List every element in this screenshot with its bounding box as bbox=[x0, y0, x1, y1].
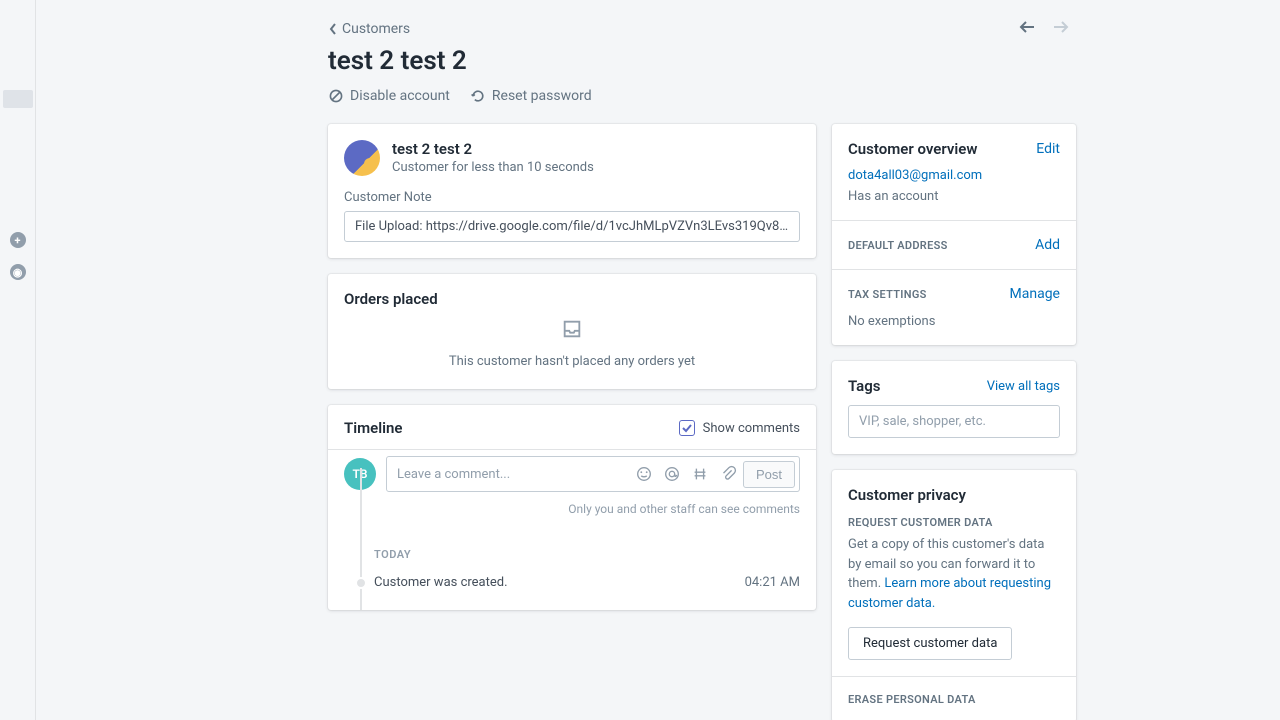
breadcrumb: Customers bbox=[328, 20, 1076, 38]
view-icon[interactable]: ◉ bbox=[10, 264, 26, 280]
disable-account-button[interactable]: Disable account bbox=[328, 88, 450, 104]
left-rail: + ◉ bbox=[0, 0, 36, 720]
next-arrow bbox=[1052, 20, 1070, 38]
request-data-label: REQUEST CUSTOMER DATA bbox=[848, 516, 1060, 529]
comment-input[interactable] bbox=[397, 467, 635, 482]
chevron-left-icon bbox=[328, 22, 338, 36]
timeline-date-label: TODAY bbox=[374, 548, 800, 561]
tax-exemptions: No exemptions bbox=[848, 314, 1060, 329]
hashtag-icon[interactable] bbox=[691, 465, 709, 483]
reset-label: Reset password bbox=[492, 88, 592, 104]
rail-tab[interactable] bbox=[3, 90, 33, 108]
note-label: Customer Note bbox=[344, 190, 800, 205]
page-title: test 2 test 2 bbox=[328, 46, 1076, 76]
timeline-dot-icon bbox=[355, 577, 367, 589]
mention-icon[interactable] bbox=[663, 465, 681, 483]
add-address-link[interactable]: Add bbox=[1035, 237, 1060, 253]
privacy-card: Customer privacy REQUEST CUSTOMER DATA G… bbox=[832, 470, 1076, 720]
timeline-item: Customer was created. 04:21 AM bbox=[360, 575, 800, 590]
show-comments-label: Show comments bbox=[703, 421, 800, 436]
orders-title: Orders placed bbox=[344, 290, 800, 308]
breadcrumb-label: Customers bbox=[342, 21, 410, 37]
attachment-icon[interactable] bbox=[719, 465, 737, 483]
orders-card: Orders placed This customer hasn't place… bbox=[328, 274, 816, 389]
tags-input[interactable] bbox=[848, 405, 1060, 438]
checkbox-icon bbox=[679, 420, 695, 436]
privacy-text: Get a copy of this customer's data by em… bbox=[848, 535, 1060, 613]
customer-name: test 2 test 2 bbox=[392, 140, 594, 158]
timeline-card: Timeline Show comments TB bbox=[328, 405, 816, 610]
orders-empty-text: This customer hasn't placed any orders y… bbox=[449, 354, 695, 369]
account-status: Has an account bbox=[848, 189, 1060, 204]
post-button[interactable]: Post bbox=[743, 461, 795, 488]
edit-link[interactable]: Edit bbox=[1036, 141, 1060, 157]
reset-password-button[interactable]: Reset password bbox=[470, 88, 592, 104]
customer-card: test 2 test 2 Customer for less than 10 … bbox=[328, 124, 816, 258]
show-comments-toggle[interactable]: Show comments bbox=[679, 420, 800, 436]
erase-data-label: ERASE PERSONAL DATA bbox=[848, 693, 1060, 706]
customer-note-input[interactable] bbox=[344, 211, 800, 242]
timeline-item-text: Customer was created. bbox=[374, 575, 745, 590]
timeline-item-time: 04:21 AM bbox=[745, 575, 800, 590]
customer-since: Customer for less than 10 seconds bbox=[392, 160, 594, 175]
overview-title: Customer overview bbox=[848, 140, 977, 158]
comment-visibility-note: Only you and other staff can see comment… bbox=[328, 502, 816, 530]
view-all-tags-link[interactable]: View all tags bbox=[987, 379, 1060, 394]
disable-icon bbox=[328, 88, 344, 104]
inbox-icon bbox=[561, 318, 583, 340]
privacy-title: Customer privacy bbox=[848, 486, 1060, 504]
avatar bbox=[344, 140, 380, 176]
back-link[interactable]: Customers bbox=[328, 21, 410, 37]
prev-arrow[interactable] bbox=[1018, 20, 1036, 38]
tags-title: Tags bbox=[848, 377, 881, 395]
tax-settings-label: TAX SETTINGS bbox=[848, 288, 927, 301]
request-data-button[interactable]: Request customer data bbox=[848, 627, 1012, 660]
timeline-title: Timeline bbox=[344, 419, 402, 437]
tags-card: Tags View all tags bbox=[832, 361, 1076, 454]
customer-email[interactable]: dota4all03@gmail.com bbox=[848, 168, 1060, 183]
reset-icon bbox=[470, 88, 486, 104]
emoji-icon[interactable] bbox=[635, 465, 653, 483]
disable-label: Disable account bbox=[350, 88, 450, 104]
add-icon[interactable]: + bbox=[10, 232, 26, 248]
overview-card: Customer overview Edit dota4all03@gmail.… bbox=[832, 124, 1076, 345]
default-address-label: DEFAULT ADDRESS bbox=[848, 239, 948, 252]
manage-tax-link[interactable]: Manage bbox=[1010, 286, 1060, 302]
